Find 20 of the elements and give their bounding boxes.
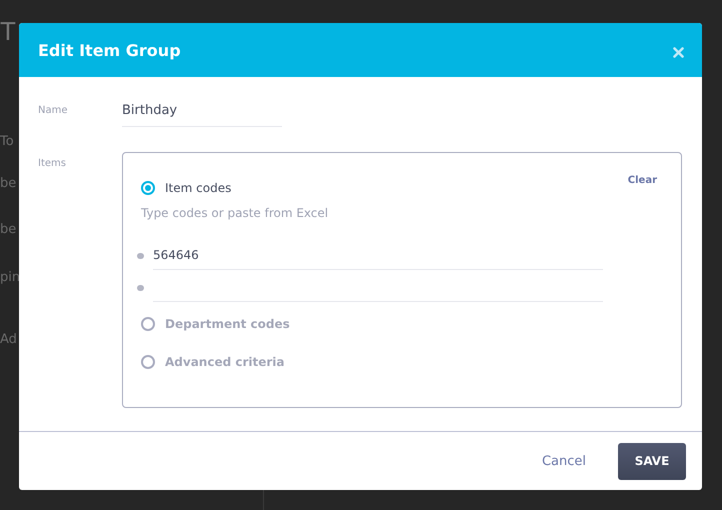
bullet-icon (137, 253, 144, 259)
cancel-button[interactable]: Cancel (540, 450, 588, 472)
radio-button[interactable] (141, 317, 155, 331)
radio-button[interactable] (141, 181, 155, 195)
page-text: Ad (0, 332, 17, 346)
page-text: pin (0, 270, 20, 284)
hint-text: Type codes or paste from Excel (141, 206, 330, 220)
radio-button[interactable] (141, 355, 155, 369)
field-label: Items (38, 157, 67, 171)
page-text: be (0, 176, 16, 190)
dialog-title: Edit Item Group (38, 40, 181, 60)
radio-label[interactable]: Item codes (165, 181, 232, 195)
page-title: T (0, 15, 16, 44)
page-text: be (0, 222, 16, 236)
bullet-icon (137, 285, 144, 291)
close-icon[interactable] (673, 46, 684, 58)
page-text: To (0, 134, 14, 148)
clear-link[interactable]: Clear (628, 175, 657, 186)
field-label: Name (38, 104, 69, 118)
save-button[interactable]: SAVE (618, 442, 686, 480)
